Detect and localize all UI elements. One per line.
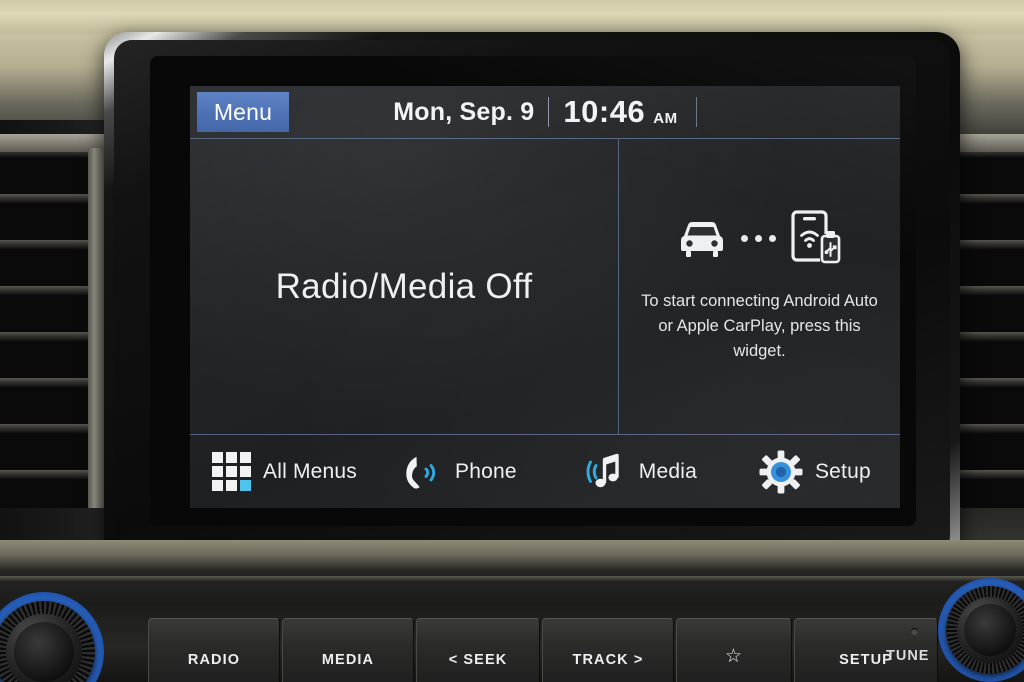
nav-item-all-menus[interactable]: All Menus: [212, 435, 357, 508]
phone-handset-icon: [406, 456, 436, 489]
clock-separator-right: [695, 97, 697, 127]
phone-usb-icon: [791, 210, 841, 265]
tune-knob-label: TUNE: [886, 648, 930, 664]
projection-widget-description: To start connecting Android Auto or Appl…: [641, 292, 878, 360]
hw-button-setup-label: SETUP: [839, 652, 893, 668]
connection-dots-icon: [741, 234, 776, 242]
air-vent-right: [958, 148, 1024, 508]
nav-item-phone-label: Phone: [455, 459, 517, 483]
vent-louver: [958, 470, 1024, 479]
vent-louver: [958, 424, 1024, 433]
gear-icon: [759, 450, 803, 493]
nav-item-media-label: Media: [638, 459, 697, 483]
projection-widget[interactable]: To start connecting Android Auto or Appl…: [619, 139, 900, 434]
hw-button-radio[interactable]: RADIO: [148, 618, 280, 682]
nav-item-setup[interactable]: Setup: [759, 435, 871, 508]
menu-button-label: Menu: [213, 98, 273, 125]
vent-louver: [0, 194, 96, 203]
vent-louver: [958, 378, 1024, 387]
hw-button-track[interactable]: TRACK >: [542, 618, 674, 682]
hw-button-media[interactable]: MEDIA: [282, 618, 414, 682]
hw-button-favorite[interactable]: ☆: [676, 618, 792, 682]
meridiem-label: AM: [653, 109, 678, 127]
time-label: 10:46: [563, 94, 646, 129]
vent-louver: [958, 240, 1024, 249]
air-vent-left: [0, 148, 96, 508]
car-icon: [681, 222, 723, 258]
vent-louver: [0, 470, 96, 479]
music-note-icon: [586, 453, 619, 487]
nav-item-all-menus-label: All Menus: [263, 459, 358, 483]
menu-button[interactable]: Menu: [197, 92, 289, 132]
vent-louver: [0, 332, 96, 341]
star-icon: ☆: [724, 646, 744, 667]
vent-louver: [0, 424, 96, 433]
grid-icon: [212, 452, 251, 491]
screenshot-root: Mon, Sep. 9 10:46 AM Menu Radio/Media Of…: [0, 0, 1024, 682]
radio-media-status-label: Radio/Media Off: [275, 266, 533, 306]
vent-louver: [0, 286, 96, 295]
volume-knob[interactable]: [0, 592, 104, 682]
touchscreen-glass[interactable]: Mon, Sep. 9 10:46 AM Menu Radio/Media Of…: [150, 56, 916, 526]
vent-louver: [0, 240, 96, 249]
lower-console-trim: [0, 576, 1024, 581]
bottom-nav-bar: All Menus Phone Media Setup: [190, 435, 900, 508]
hw-button-media-label: MEDIA: [321, 652, 375, 668]
date-label: Mon, Sep. 9: [393, 97, 535, 126]
nav-item-media[interactable]: Media: [581, 435, 697, 508]
projection-widget-icons: [674, 209, 845, 267]
vent-louver: [0, 378, 96, 387]
clock-separator: [548, 97, 550, 127]
nav-item-setup-label: Setup: [814, 459, 871, 483]
nav-item-phone[interactable]: Phone: [399, 435, 517, 508]
hw-button-track-label: TRACK >: [572, 652, 644, 668]
clock-row: Mon, Sep. 9 10:46 AM: [190, 86, 900, 138]
vent-louver: [958, 194, 1024, 203]
infotainment-screen[interactable]: Mon, Sep. 9 10:46 AM Menu Radio/Media Of…: [190, 86, 900, 508]
status-bar: Mon, Sep. 9 10:46 AM Menu: [190, 86, 900, 138]
tune-knob[interactable]: [938, 578, 1024, 682]
hw-button-seek-label: < SEEK: [448, 652, 508, 668]
air-vent-left-trim: [88, 148, 104, 508]
main-content: Radio/Media Off To start connecting Andr…: [190, 139, 900, 434]
vent-louver: [958, 332, 1024, 341]
vent-louver: [958, 286, 1024, 295]
radio-media-panel[interactable]: Radio/Media Off: [190, 139, 618, 434]
status-led: [911, 628, 918, 635]
hw-button-seek[interactable]: < SEEK: [416, 618, 540, 682]
hw-button-radio-label: RADIO: [187, 652, 241, 668]
